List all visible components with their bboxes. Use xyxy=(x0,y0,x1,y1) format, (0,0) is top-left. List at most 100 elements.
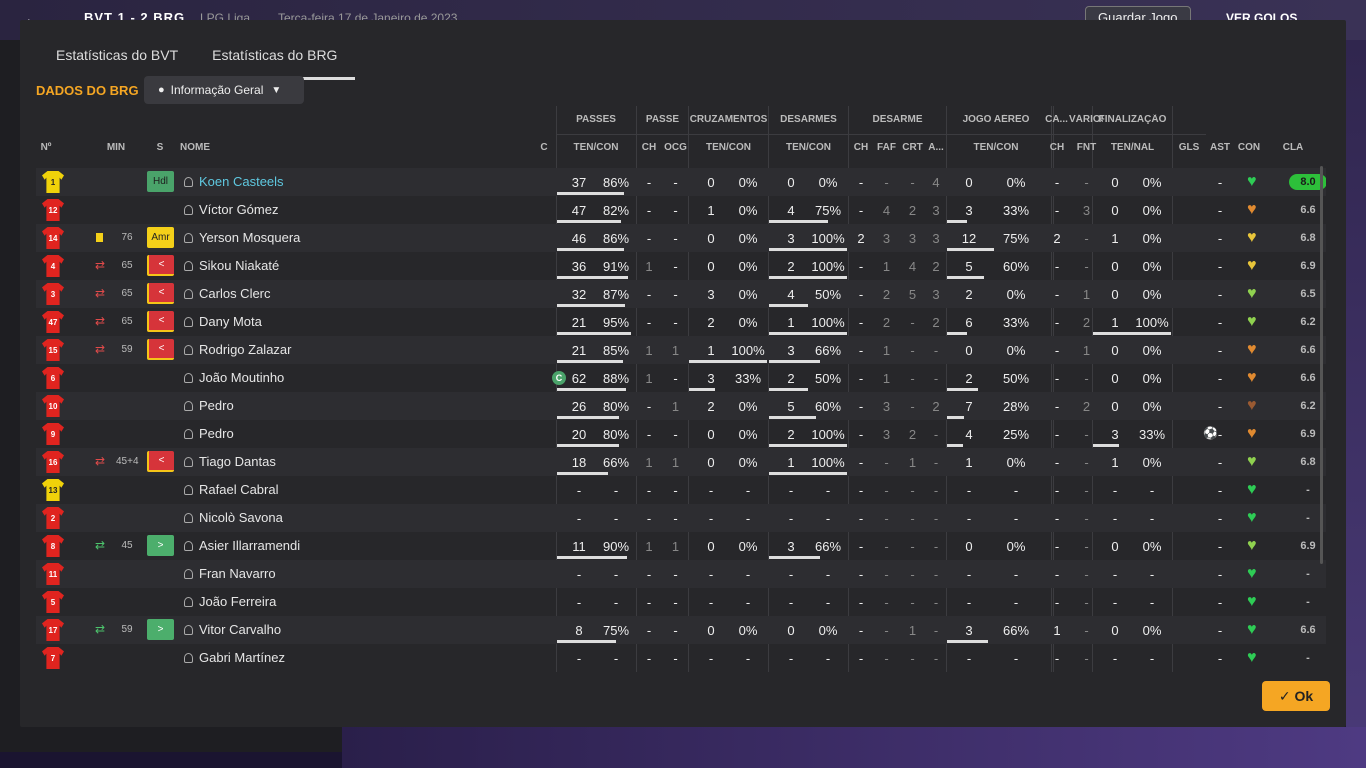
status-badge[interactable]: < xyxy=(147,255,174,276)
stat-fa: 0 xyxy=(1111,371,1119,386)
stat-ca: 3 xyxy=(707,287,715,302)
table-row[interactable]: 16 ⇄ 45+4 < Tiago Dantas 18 66% 1 1 0 0% 1 100% - -1-1… xyxy=(36,448,1326,476)
column-header-c[interactable]: C xyxy=(536,142,552,153)
column-header-d-ch[interactable]: CH xyxy=(849,142,873,153)
table-row[interactable]: 11 Fran Navarro - - - - - - - - - - - - - - - - - - - ♥ - xyxy=(36,560,1326,588)
status-badge[interactable]: Hdl xyxy=(147,171,174,192)
status-badge[interactable]: < xyxy=(147,283,174,304)
column-header-cla[interactable]: CLA xyxy=(1274,142,1312,153)
column-header-ca-ch[interactable]: CH xyxy=(1047,142,1067,153)
column-header-pas-tc[interactable]: TEN/CON xyxy=(556,142,636,153)
stat-fp: 0% xyxy=(1142,399,1162,414)
shirt-number-icon: 1 xyxy=(42,171,64,193)
view-dropdown[interactable]: ● Informação Geral ▼ xyxy=(144,76,304,104)
player-name[interactable]: Pedro xyxy=(184,398,234,413)
table-row[interactable]: 6 João Moutinho C 62 88% 1-3 33% 2 50% -1- -2 50% - -… xyxy=(36,364,1326,392)
column-header-d-a[interactable]: A... xyxy=(926,142,946,153)
table-row[interactable]: 1 Hdl Koen Casteels 37 86% - - 0 0% 0 0% - - - 4 0 0% - - 0… xyxy=(36,168,1326,196)
player-name[interactable]: Sikou Niakaté xyxy=(184,258,279,273)
stat-pp: 82% xyxy=(602,203,630,218)
stat-aa: - xyxy=(966,651,972,666)
column-header-no[interactable]: Nº xyxy=(36,142,56,153)
player-name[interactable]: Nicolò Savona xyxy=(184,510,283,525)
column-header-nome[interactable]: NOME xyxy=(180,142,220,153)
column-header-gls[interactable]: GLS xyxy=(1176,142,1202,153)
player-name[interactable]: João Ferreira xyxy=(184,594,276,609)
column-header-con[interactable]: CON xyxy=(1234,142,1264,153)
status-badge[interactable]: < xyxy=(147,311,174,332)
table-row[interactable]: 8 ⇄ 45 > Asier Illarramendi 11 90% 1 1 0 0% 3 66% - - -… xyxy=(36,532,1326,560)
player-name[interactable]: Dany Mota xyxy=(184,314,262,329)
table-row[interactable]: 47 ⇄ 65 < Dany Mota 21 95% - -2 0% 1 100% -2-2 6 33% -2… xyxy=(36,308,1326,336)
table-row[interactable]: 17 ⇄ 59 > Vitor Carvalho 8 75% - - 0 0% 0 0% - - 1 - 3 66%… xyxy=(36,616,1326,644)
column-header-pas-ch[interactable]: CH xyxy=(637,142,661,153)
stat-ca: 1 xyxy=(707,203,715,218)
ok-button[interactable]: ✓ Ok xyxy=(1262,681,1330,711)
column-header-fin-tn[interactable]: TEN/NAL xyxy=(1093,142,1172,153)
tab-brg-stats[interactable]: Estatísticas do BRG xyxy=(196,44,356,80)
table-row[interactable]: 10 Pedro 26 80% -1 2 0% 5 60% -3-2 7 28% -2 0 0% - ♥ 6.2 xyxy=(36,392,1326,420)
stat-cp: 33% xyxy=(734,371,762,386)
table-row[interactable]: 7 Gabri Martínez - - - - - - - - - - - - - - - - - - - ♥ - xyxy=(36,644,1326,672)
column-header-ast[interactable]: AST xyxy=(1206,142,1234,153)
player-name[interactable]: Yerson Mosquera xyxy=(184,230,300,245)
table-row[interactable]: 5 João Ferreira - - - - - - - - - - - - - - - - - - - ♥ - xyxy=(36,588,1326,616)
table-row[interactable]: 9 Pedro 20 80% - -0 0% 2 100% -3 2-4 25% - -3 33% - ⚽ ♥ 6.… xyxy=(36,420,1326,448)
player-name[interactable]: Tiago Dantas xyxy=(184,454,276,469)
table-row[interactable]: 15 ⇄ 59 < Rodrigo Zalazar 21 85% 1 1 1 100% 3 66% - 1 -… xyxy=(36,336,1326,364)
column-header-s[interactable]: S xyxy=(145,142,175,153)
table-row[interactable]: 12 Víctor Gómez 47 82% - -1 0% 4 75% -4 2 3 3 33% -3 0 0… xyxy=(36,196,1326,224)
column-header-cru-tc[interactable]: TEN/CON xyxy=(689,142,768,153)
player-name[interactable]: Gabri Martínez xyxy=(184,650,285,665)
stat-fp: 0% xyxy=(1142,203,1162,218)
player-name[interactable]: Carlos Clerc xyxy=(184,286,271,301)
column-header-pas-ocg[interactable]: OCG xyxy=(663,142,688,153)
person-icon xyxy=(184,653,193,663)
match-rating: - xyxy=(1306,596,1310,608)
column-header-d-crt[interactable]: CRT xyxy=(900,142,925,153)
stat-pog: 1 xyxy=(671,399,680,414)
column-header-des-tc[interactable]: TEN/CON xyxy=(769,142,848,153)
player-name-text: João Ferreira xyxy=(199,594,277,609)
status-badge[interactable]: Amr xyxy=(147,227,174,248)
table-row[interactable]: 2 Nicolò Savona - - - - - - - - - - - - - - - - - - - ♥ - xyxy=(36,504,1326,532)
table-row[interactable]: 14 76 Amr Yerson Mosquera 46 86% - -0 0% 3 100% 2 3 3… xyxy=(36,224,1326,252)
column-header-min[interactable]: MIN xyxy=(104,142,128,153)
column-header-d-faf[interactable]: FAF xyxy=(874,142,899,153)
tab-bvt-stats[interactable]: Estatísticas do BVT xyxy=(40,44,196,80)
stat-ast: - xyxy=(1217,511,1223,526)
stat-pp: - xyxy=(613,511,619,526)
player-name[interactable]: Fran Navarro xyxy=(184,566,276,581)
table-row[interactable]: 13 Rafael Cabral - - - - - - - - - - - - - - - - - - - ♥ - xyxy=(36,476,1326,504)
stat-faf: 2 xyxy=(882,315,891,330)
football-goal-icon: ⚽ xyxy=(1203,426,1218,440)
stat-cach: - xyxy=(1054,567,1060,582)
player-name[interactable]: Koen Casteels xyxy=(184,174,284,189)
stat-pch: 1 xyxy=(645,371,653,386)
player-name[interactable]: Víctor Gómez xyxy=(184,202,278,217)
column-header-aer-tc[interactable]: TEN/CON xyxy=(947,142,1045,153)
stat-pch: - xyxy=(646,231,652,246)
table-scrollbar[interactable] xyxy=(1320,166,1323,564)
player-name[interactable]: Asier Illarramendi xyxy=(184,538,300,553)
table-row[interactable]: 4 ⇄ 65 < Sikou Niakaté 36 91% 1-0 0% 2 100% -1 4 2 5 60… xyxy=(36,252,1326,280)
player-name[interactable]: Vitor Carvalho xyxy=(184,622,281,637)
stat-ap: - xyxy=(1013,651,1019,666)
status-badge[interactable]: < xyxy=(147,451,174,472)
stat-ap: 0% xyxy=(1006,287,1026,302)
stat-cach: 1 xyxy=(1053,623,1061,638)
stat-pa: - xyxy=(576,567,582,582)
player-name[interactable]: Rafael Cabral xyxy=(184,482,279,497)
status-badge[interactable]: < xyxy=(147,339,174,360)
status-badge[interactable]: > xyxy=(147,535,174,556)
player-name[interactable]: João Moutinho xyxy=(184,370,284,385)
stat-cach: - xyxy=(1054,343,1060,358)
stat-aa: 7 xyxy=(965,399,973,414)
stat-aa: 2 xyxy=(965,287,973,302)
stat-fa: 0 xyxy=(1111,623,1119,638)
player-name[interactable]: Rodrigo Zalazar xyxy=(184,342,292,357)
table-row[interactable]: 3 ⇄ 65 < Carlos Clerc 32 87% - -3 0% 4 50% -2 5 3 2 0% -1… xyxy=(36,280,1326,308)
player-name[interactable]: Pedro xyxy=(184,426,234,441)
status-badge[interactable]: > xyxy=(147,619,174,640)
stat-fp: 0% xyxy=(1142,623,1162,638)
